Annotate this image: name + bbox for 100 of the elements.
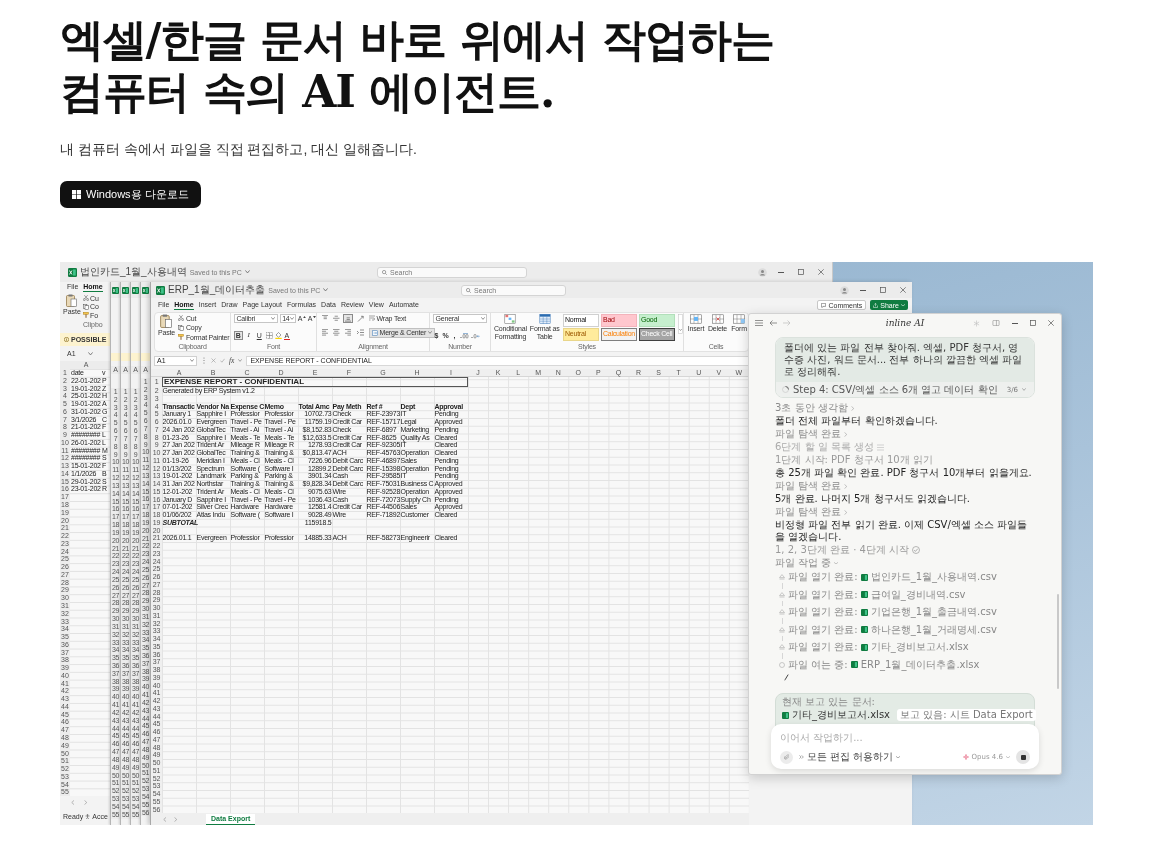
loading-spinner-icon [782, 386, 789, 393]
close-icon[interactable] [1048, 320, 1054, 326]
assistant-message: 비정형 파일 전부 읽기 완료. 이제 CSV/엑셀 소스 파일들을 열겠습니다. [775, 519, 1029, 543]
stop-button[interactable] [1016, 750, 1030, 764]
file-name: 기타_경비보고서.xlsx [792, 709, 890, 721]
file-action-label: 파일 열기 완료: [788, 570, 858, 584]
file-action-label: 파일 열기 완료: [788, 640, 858, 654]
fill-bucket-icon[interactable] [274, 332, 282, 339]
indent-icon[interactable] [356, 329, 364, 336]
flower-icon [962, 754, 969, 760]
file-name: 급여일_경비내역.csv [870, 587, 966, 602]
chevron-left-icon[interactable] [163, 816, 167, 822]
chevron-down-icon[interactable] [1022, 388, 1026, 391]
increase-decimal-icon[interactable] [460, 332, 469, 339]
status-text: 1, 2, 3단계 완료 · 4단계 시작 [775, 544, 910, 556]
spreadsheet-file-icon [860, 643, 868, 651]
chevron-right-icon[interactable] [83, 800, 87, 806]
chevron-down-icon [896, 755, 901, 759]
minimize-icon[interactable] [778, 271, 784, 273]
minimize-icon[interactable] [1012, 322, 1018, 324]
close-icon[interactable] [900, 287, 906, 293]
horizontal-align-button[interactable] [331, 327, 341, 338]
sheet-cell: EXPENSE REPORT - CONFIDENTIAL [162, 377, 468, 387]
user-message: 폴더에 있는 파일 전부 찾아줘. 엑셀, PDF 청구서, 영수증 사진, 워드 문서... 전부 하나의 깔끔한 엑셀 파일로 정리해줘. [776, 338, 1034, 382]
maximize-icon[interactable] [1030, 320, 1036, 326]
file-name: 기업은행_1월_출금내역.csv [870, 605, 997, 619]
horizontal-align-button[interactable] [343, 327, 353, 338]
profile-icon[interactable] [840, 285, 849, 295]
chevron-down-icon [238, 359, 243, 362]
maximize-icon[interactable] [798, 269, 804, 275]
comment-icon [821, 302, 827, 308]
align-lines-icon [344, 329, 351, 336]
close-icon[interactable] [818, 269, 824, 275]
collapsible-label[interactable]: 파일 탐색 완료 [775, 506, 842, 518]
message-input[interactable]: 이어서 작업하기... [780, 730, 1030, 744]
check-icon[interactable] [220, 358, 225, 363]
scissors-icon [177, 315, 184, 322]
timeline-connector [781, 583, 783, 589]
list-icon [877, 443, 885, 451]
merge-cells-icon [371, 329, 378, 336]
window-title: ERP_1월_데이터추출 [168, 284, 266, 296]
app-logo: inline AI [885, 318, 925, 328]
maximize-icon[interactable] [880, 287, 886, 293]
vertical-align-button[interactable] [343, 313, 353, 324]
profile-icon[interactable] [758, 267, 767, 277]
horizontal-align-button[interactable] [320, 327, 330, 338]
align-lines-icon [344, 315, 351, 322]
chevron-down-icon [323, 288, 329, 292]
chevron-left-icon[interactable] [71, 800, 75, 806]
align-lines-icon [333, 315, 340, 322]
brush-icon [82, 312, 89, 319]
file-name: 법인카드_1월_사용내역.csv [870, 570, 997, 584]
copy-icon [82, 303, 89, 310]
caret-up-icon [302, 316, 306, 319]
asterisk-icon[interactable] [973, 319, 980, 327]
chevron-right-icon [844, 509, 848, 515]
file-name: ERP_1월_데이터추출.xlsx [860, 657, 980, 672]
collapsible-label[interactable]: 파일 탐색 완료 [775, 428, 842, 440]
collapsible-label[interactable]: 3초 동안 생각함 [775, 402, 848, 414]
headline: 컴퓨터 속의 AI 에이전트. [60, 66, 554, 118]
chevron-down-icon [244, 270, 250, 274]
chevron-right-icon [850, 405, 855, 411]
collapsible-label[interactable]: 파일 탐색 완료 [775, 480, 842, 492]
info-icon [64, 337, 69, 342]
chevron-right-icon[interactable] [173, 816, 177, 822]
chevron-right-icon [844, 483, 848, 489]
diagonal-arrow-icon[interactable] [356, 315, 364, 322]
back-arrow-icon[interactable] [769, 320, 777, 326]
spreadsheet-file-icon [782, 711, 789, 719]
assistant-message: 5개 완료. 나머지 5개 청구서도 읽겠습니다. [775, 493, 970, 505]
chevron-down-icon [289, 317, 294, 320]
download-button[interactable]: Windows용 다운로드 [60, 181, 201, 208]
caret-down-icon [313, 316, 316, 319]
attach-button[interactable] [780, 750, 793, 764]
permission-dropdown[interactable]: 모든 편집 허용하기 [799, 750, 901, 764]
vertical-align-button[interactable] [331, 313, 341, 324]
subtitle: 내 컴퓨터 속에서 파일을 직접 편집하고, 대신 일해줍니다. [60, 140, 417, 159]
search-icon [382, 269, 387, 275]
timeline-connector [781, 635, 783, 641]
scroll-down-icon[interactable] [678, 314, 683, 334]
menu-icon[interactable] [755, 320, 763, 326]
forward-arrow-icon[interactable] [783, 320, 791, 326]
accessibility-icon [85, 814, 91, 820]
spreadsheet-file-icon [860, 608, 868, 616]
timeline-connector [781, 618, 783, 624]
spreadsheet-app-icon [68, 267, 77, 277]
cancel-icon[interactable] [211, 358, 216, 363]
minimize-icon[interactable] [860, 289, 866, 291]
borders-icon[interactable] [265, 332, 273, 339]
chevron-down-icon [87, 351, 93, 356]
windows-logo-icon [72, 190, 81, 199]
window-title: 법인카드_1월_사용내역 [80, 266, 187, 278]
assistant-message: 폴더 전체 파일부터 확인하겠습니다. [775, 415, 938, 427]
chevron-down-icon [834, 561, 839, 565]
brush-icon [177, 334, 184, 341]
sidebar-icon[interactable] [992, 320, 1000, 326]
pencil-icon [784, 673, 789, 681]
file-action-label: 파일 열기 완료: [788, 605, 858, 619]
decrease-decimal-icon[interactable] [471, 332, 480, 339]
context-label: 현재 보고 있는 문서: [782, 696, 876, 708]
